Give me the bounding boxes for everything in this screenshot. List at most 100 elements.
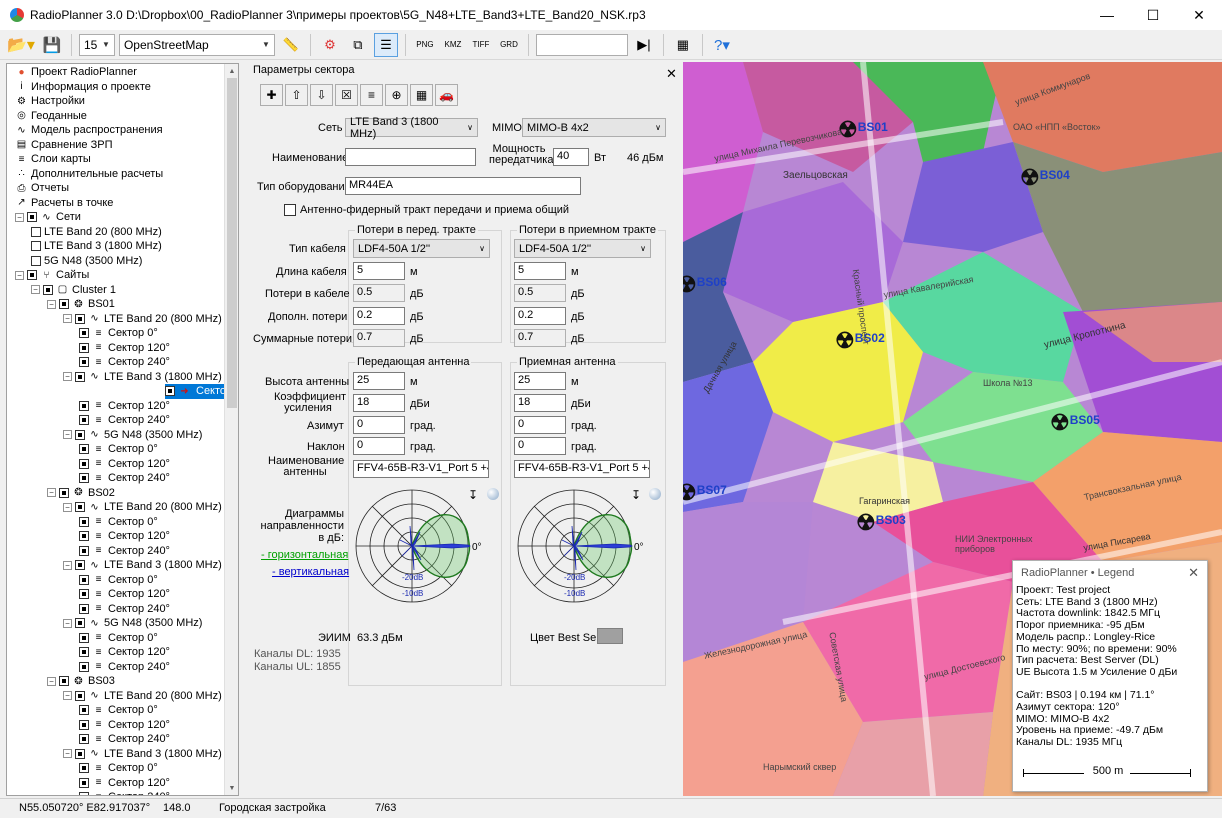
site-bs04[interactable]: ☢BS04 — [1020, 165, 1070, 191]
equip-input[interactable]: MR44EA — [345, 177, 581, 195]
table-icon[interactable]: ▦ — [410, 84, 433, 106]
visibility-checkbox[interactable] — [165, 386, 175, 397]
collapse-icon[interactable]: − — [63, 372, 72, 382]
visibility-checkbox[interactable] — [79, 357, 89, 368]
tree-item[interactable]: − ∿ 5G N48 (3500 MHz) — [63, 428, 202, 443]
collapse-icon[interactable]: − — [15, 212, 24, 222]
cable-len-rx-input[interactable]: 5 — [514, 262, 566, 280]
site-bs06[interactable]: ☢BS06 — [683, 272, 727, 298]
export-png-icon[interactable]: PNG — [413, 33, 437, 57]
tree-item[interactable]: − ❂ BS01 — [47, 297, 115, 312]
visibility-checkbox[interactable] — [79, 574, 89, 585]
visibility-checkbox[interactable] — [79, 763, 89, 774]
tree-item[interactable]: ≡ Сектор 0° — [79, 631, 158, 646]
visibility-checkbox[interactable] — [79, 777, 89, 788]
collapse-icon[interactable]: − — [15, 270, 24, 280]
tilt-tx-input[interactable]: 0 — [353, 437, 405, 455]
visibility-checkbox[interactable] — [75, 560, 85, 571]
scroll-up-icon[interactable]: ▲ — [225, 64, 238, 78]
panel-close-icon[interactable]: ✕ — [666, 66, 677, 82]
gain-rx-input[interactable]: 18 — [514, 394, 566, 412]
open-folder-icon[interactable]: 📂▾ — [6, 33, 36, 57]
collapse-icon[interactable]: − — [63, 560, 72, 570]
tree-item[interactable]: ≡Сектор 240° — [79, 790, 170, 795]
tree-item[interactable]: ≡ Сектор 0° — [79, 573, 158, 588]
visibility-checkbox[interactable] — [79, 531, 89, 542]
export-diagram-icon[interactable]: ↧ — [468, 488, 478, 502]
collapse-icon[interactable]: − — [47, 488, 56, 498]
add-icon[interactable]: ✚ — [260, 84, 283, 106]
visibility-checkbox[interactable] — [75, 313, 85, 324]
tree-item[interactable]: ≡Сектор 240° — [79, 660, 170, 675]
visibility-checkbox[interactable] — [79, 458, 89, 469]
move-down-icon[interactable]: ⇩ — [310, 84, 333, 106]
tree-item[interactable]: ≡Сектор 240° — [79, 544, 170, 559]
3d-view-icon[interactable] — [649, 488, 661, 500]
delete-icon[interactable]: ☒ — [335, 84, 358, 106]
tree-item[interactable]: ≡ Слои карты — [15, 152, 91, 167]
scroll-down-icon[interactable]: ▼ — [225, 781, 238, 795]
visibility-checkbox[interactable] — [79, 719, 89, 730]
visibility-checkbox[interactable] — [75, 429, 85, 440]
visibility-checkbox[interactable] — [59, 487, 69, 498]
visibility-checkbox[interactable] — [59, 299, 69, 310]
tree-item[interactable]: ≡Сектор 240° — [79, 471, 170, 486]
export-diagram-icon[interactable]: ↧ — [631, 488, 641, 502]
tree-item[interactable]: ≡ Сектор 120° — [79, 399, 170, 414]
tree-item[interactable]: − ∿ LTE Band 20 (800 MHz) — [63, 689, 222, 704]
site-bs01[interactable]: ☢BS01 — [838, 117, 888, 143]
visibility-checkbox[interactable] — [75, 502, 85, 513]
cable-type-rx-select[interactable]: LDF4-50A 1/2'' ∨ — [514, 239, 651, 258]
tree-item[interactable]: ≡ Сектор 0° — [79, 442, 158, 457]
collapse-icon[interactable]: − — [63, 502, 72, 512]
site-bs03[interactable]: ☢BS03 — [856, 510, 906, 536]
add-layer-icon[interactable]: ⧉ — [346, 33, 370, 57]
net-select[interactable]: LTE Band 3 (1800 MHz) ∨ — [345, 116, 478, 140]
tree-item[interactable]: ≡Сектор 240° — [79, 413, 170, 428]
car-icon[interactable]: 🚗 — [435, 84, 458, 106]
tree-item[interactable]: ● Проект RadioPlanner — [15, 65, 136, 80]
collapse-icon[interactable]: − — [63, 314, 72, 324]
scroll-thumb[interactable] — [227, 78, 237, 408]
visibility-checkbox[interactable] — [79, 603, 89, 614]
tree-item[interactable]: − ⑂ Сайты — [15, 268, 89, 283]
mimo-select[interactable]: MIMO-B 4x2 ∨ — [522, 118, 666, 137]
power-input[interactable]: 40 — [553, 148, 589, 166]
visibility-checkbox[interactable] — [79, 545, 89, 556]
visibility-checkbox[interactable] — [79, 516, 89, 527]
settings-icon[interactable]: ≡ — [360, 84, 383, 106]
collapse-icon[interactable]: − — [63, 691, 72, 701]
collapse-icon[interactable]: − — [47, 299, 56, 309]
ant-name-rx-input[interactable]: FFV4-65B-R3-V1_Port 5 +45_( — [514, 460, 650, 478]
tree-scrollbar[interactable]: ▲ ▼ — [224, 64, 238, 795]
tree-item[interactable]: ≡ Сектор 120° — [79, 718, 170, 733]
visibility-checkbox[interactable] — [27, 212, 37, 223]
shared-path-checkbox[interactable]: Антенно-фидерный тракт передачи и приема… — [284, 204, 569, 216]
tree-item[interactable]: ⚙ Настройки — [15, 94, 85, 109]
tree-item[interactable]: ≡ Сектор 0° — [79, 515, 158, 530]
calculate-coverage-icon[interactable]: ⚙ — [318, 33, 342, 57]
visibility-checkbox[interactable] — [79, 792, 89, 795]
help-icon[interactable]: ?▾ — [710, 33, 734, 57]
visibility-checkbox[interactable] — [79, 632, 89, 643]
tree-item[interactable]: ≡ Сектор 120° — [79, 341, 170, 356]
tree-item[interactable]: ⎙ Отчеты — [15, 181, 70, 196]
best-server-color-swatch[interactable] — [597, 628, 623, 644]
calculator-icon[interactable]: ▦ — [671, 33, 695, 57]
export-kmz-icon[interactable]: KMZ — [441, 33, 465, 57]
visibility-checkbox[interactable] — [31, 226, 41, 237]
tree-item[interactable]: ≡ Сектор 120° — [79, 529, 170, 544]
tree-item[interactable]: ≡ Сектор 120° — [79, 457, 170, 472]
collapse-icon[interactable]: − — [63, 430, 72, 440]
cable-len-tx-input[interactable]: 5 — [353, 262, 405, 280]
cable-type-tx-select[interactable]: LDF4-50A 1/2'' ∨ — [353, 239, 490, 258]
gain-tx-input[interactable]: 18 — [353, 394, 405, 412]
tree-item[interactable]: − ∿ 5G N48 (3500 MHz) — [63, 616, 202, 631]
collapse-icon[interactable]: − — [31, 285, 40, 295]
tree-item[interactable]: ≡ Сектор 0° — [79, 703, 158, 718]
tree-item[interactable]: ≡ Сектор 120° — [79, 587, 170, 602]
collapse-icon[interactable]: − — [63, 618, 72, 628]
height-rx-input[interactable]: 25 — [514, 372, 566, 390]
move-up-icon[interactable]: ⇧ — [285, 84, 308, 106]
tree-item[interactable]: LTE Band 20 (800 MHz) — [31, 225, 162, 240]
